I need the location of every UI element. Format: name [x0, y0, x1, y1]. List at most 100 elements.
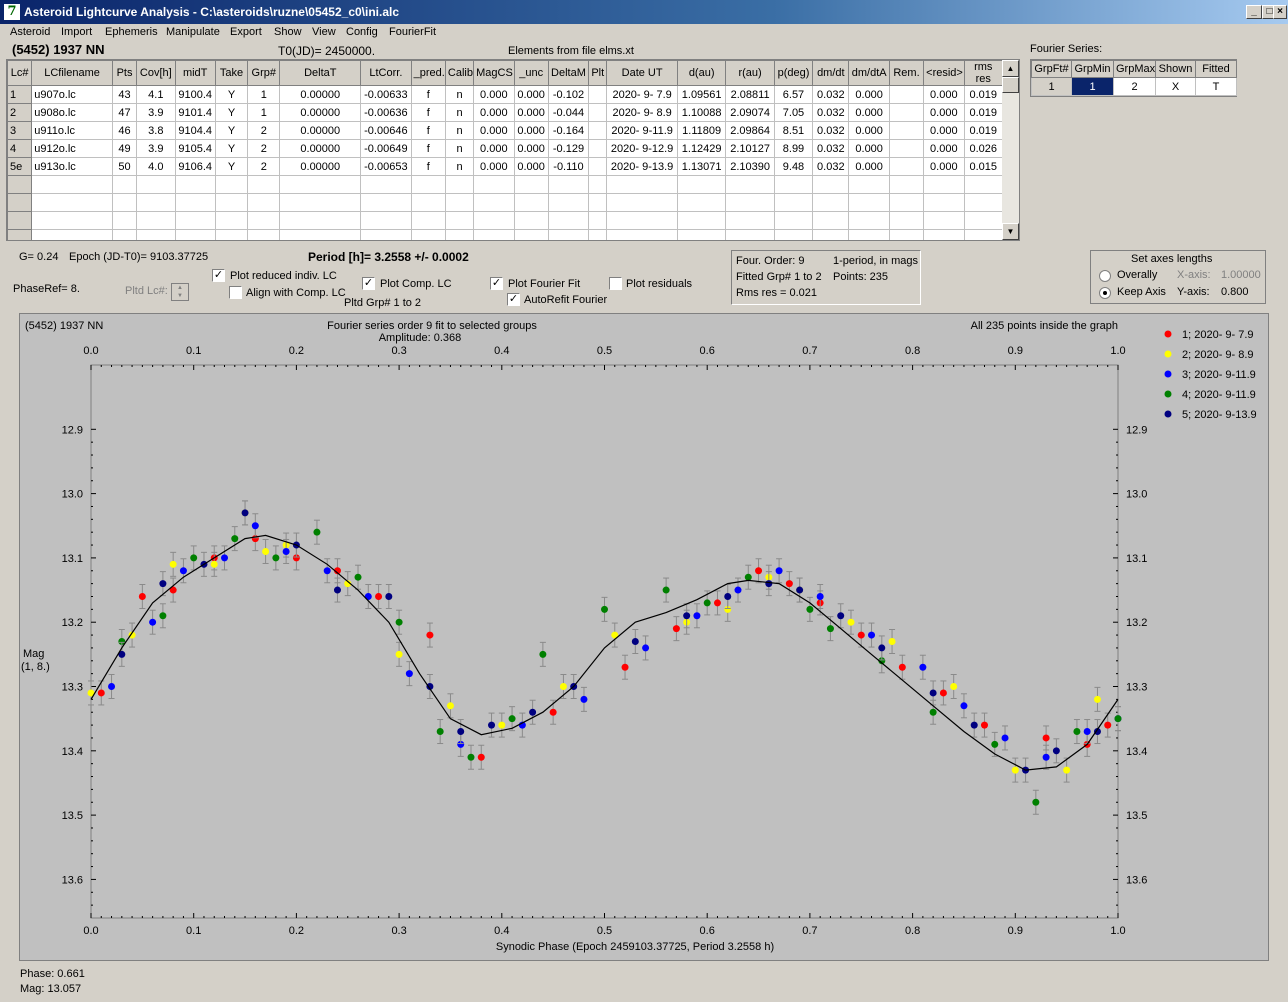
fourier-cell[interactable]: 1 — [1071, 77, 1114, 96]
table-cell[interactable]: 0.000 — [513, 121, 549, 140]
table-cell[interactable]: 0.000 — [848, 85, 890, 104]
table-cell[interactable]: -0.164 — [547, 121, 590, 140]
table-cell[interactable]: f — [410, 103, 446, 122]
table-cell[interactable] — [888, 103, 925, 122]
column-header[interactable]: LtCorr. — [360, 60, 412, 86]
table-cell[interactable] — [214, 175, 249, 194]
table-cell[interactable]: 9100.4 — [174, 85, 216, 104]
table-cell[interactable]: u913o.lc — [31, 157, 113, 176]
table-cell[interactable] — [812, 229, 850, 240]
overally-radio[interactable] — [1099, 270, 1111, 282]
menu-import[interactable]: Import — [61, 26, 92, 38]
table-scrollbar[interactable]: ▲ ▼ — [1002, 60, 1019, 240]
table-cell[interactable] — [513, 229, 549, 240]
table-cell[interactable]: 3.8 — [136, 121, 176, 140]
table-cell[interactable] — [725, 175, 775, 194]
table-cell[interactable] — [7, 211, 33, 230]
table-cell[interactable]: 2 — [247, 121, 281, 140]
minimize-button[interactable]: _ — [1246, 5, 1262, 19]
table-cell[interactable]: 2 — [247, 139, 281, 158]
table-cell[interactable] — [444, 193, 475, 212]
column-header[interactable]: p(deg) — [773, 60, 814, 86]
table-cell[interactable]: 0.000 — [473, 139, 515, 158]
column-header[interactable]: Take — [214, 60, 249, 86]
yaxis-value[interactable]: 0.800 — [1221, 286, 1249, 298]
table-cell[interactable]: 0.032 — [812, 139, 850, 158]
table-row[interactable] — [7, 175, 1003, 194]
table-cell[interactable]: 1.09561 — [676, 85, 727, 104]
menu-asteroid[interactable]: Asteroid — [10, 26, 50, 38]
fourier-column-header[interactable]: GrpMax — [1113, 60, 1156, 78]
spin-up-icon[interactable]: ▲ — [172, 284, 188, 292]
table-cell[interactable]: n — [444, 157, 475, 176]
table-cell[interactable]: 1 — [247, 85, 281, 104]
table-cell[interactable] — [725, 193, 775, 212]
table-cell[interactable]: 0.032 — [812, 157, 850, 176]
table-cell[interactable] — [360, 175, 412, 194]
table-cell[interactable] — [888, 175, 925, 194]
table-cell[interactable] — [848, 211, 890, 230]
column-header[interactable]: Rem. — [888, 60, 925, 86]
table-cell[interactable]: -0.102 — [547, 85, 590, 104]
table-cell[interactable]: 9.48 — [773, 157, 814, 176]
table-cell[interactable]: 0.00000 — [279, 85, 362, 104]
table-cell[interactable] — [136, 229, 176, 240]
table-cell[interactable]: 0.000 — [473, 157, 515, 176]
table-cell[interactable] — [606, 193, 678, 212]
table-cell[interactable] — [444, 211, 475, 230]
table-cell[interactable]: -0.110 — [547, 157, 590, 176]
table-cell[interactable]: u908o.lc — [31, 103, 113, 122]
table-cell[interactable]: 4 — [7, 139, 33, 158]
fourier-series-table[interactable]: GrpFt# GrpMin GrpMax Shown Fitted 112XT — [1030, 59, 1237, 97]
column-header[interactable]: <resid> — [923, 60, 965, 86]
column-header[interactable]: r(au) — [725, 60, 775, 86]
table-cell[interactable] — [111, 229, 138, 240]
table-cell[interactable] — [136, 175, 176, 194]
table-cell[interactable]: -0.00646 — [360, 121, 412, 140]
table-row[interactable] — [7, 229, 1003, 240]
table-cell[interactable]: Y — [214, 85, 249, 104]
menu-ephemeris[interactable]: Ephemeris — [105, 26, 158, 38]
column-header[interactable]: Calib. — [444, 60, 475, 86]
table-cell[interactable]: 8.51 — [773, 121, 814, 140]
plot-residuals-checkbox[interactable] — [609, 277, 622, 290]
table-cell[interactable] — [7, 175, 33, 194]
table-cell[interactable] — [547, 229, 590, 240]
fourier-column-header[interactable]: Shown — [1155, 60, 1196, 78]
column-header[interactable]: Cov[h] — [136, 60, 176, 86]
table-cell[interactable]: -0.00649 — [360, 139, 412, 158]
table-cell[interactable] — [174, 211, 216, 230]
table-cell[interactable]: 43 — [111, 85, 138, 104]
table-cell[interactable]: u907o.lc — [31, 85, 113, 104]
table-cell[interactable]: 2020- 9- 8.9 — [606, 103, 678, 122]
table-cell[interactable]: -0.00633 — [360, 85, 412, 104]
table-row[interactable] — [7, 193, 1003, 212]
table-cell[interactable]: 4.1 — [136, 85, 176, 104]
table-row[interactable]: 5e u913o.lc 50 4.0 9106.4 Y 2 0.00000 -0.00653 f n… — [7, 157, 1003, 176]
table-cell[interactable]: 6.57 — [773, 85, 814, 104]
table-cell[interactable]: 2020- 9-13.9 — [606, 157, 678, 176]
table-cell[interactable]: n — [444, 85, 475, 104]
table-cell[interactable] — [888, 157, 925, 176]
table-cell[interactable] — [888, 211, 925, 230]
table-cell[interactable]: 0.00000 — [279, 139, 362, 158]
table-cell[interactable]: 0.000 — [923, 85, 965, 104]
table-cell[interactable]: -0.00636 — [360, 103, 412, 122]
table-cell[interactable] — [174, 193, 216, 212]
table-cell[interactable] — [247, 193, 281, 212]
table-row[interactable]: 4 u912o.lc 49 3.9 9105.4 Y 2 0.00000 -0.00649 f n 0… — [7, 139, 1003, 158]
table-cell[interactable] — [214, 229, 249, 240]
table-cell[interactable] — [31, 211, 113, 230]
table-cell[interactable] — [588, 103, 608, 122]
table-cell[interactable] — [588, 211, 608, 230]
lightcurve-plot-panel[interactable]: (5452) 1937 NN Fourier series order 9 fi… — [19, 313, 1269, 961]
table-cell[interactable] — [547, 175, 590, 194]
table-cell[interactable]: 1.12429 — [676, 139, 727, 158]
table-cell[interactable]: 2 — [7, 103, 33, 122]
close-button[interactable]: × — [1273, 5, 1287, 19]
table-cell[interactable]: 0.000 — [923, 139, 965, 158]
column-header[interactable]: Pts — [111, 60, 138, 86]
table-cell[interactable]: Y — [214, 139, 249, 158]
table-cell[interactable] — [174, 229, 216, 240]
table-cell[interactable] — [848, 229, 890, 240]
